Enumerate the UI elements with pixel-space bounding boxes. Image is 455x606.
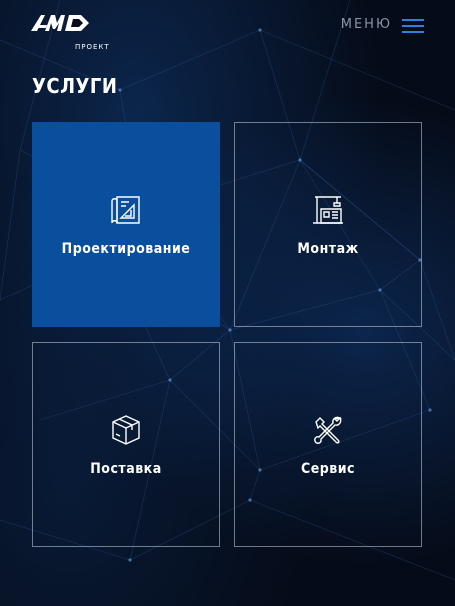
logo[interactable]: ПРОЕКТ (31, 13, 109, 51)
service-tile-design[interactable]: Проектирование (32, 122, 220, 327)
service-tile-supply[interactable]: Поставка (32, 342, 220, 547)
menu-button[interactable]: МЕНЮ (340, 17, 424, 33)
box-icon (112, 414, 140, 445)
menu-label: МЕНЮ (340, 17, 392, 32)
hamburger-icon (402, 18, 424, 33)
design-drawing-icon (111, 195, 140, 224)
service-label: Монтаж (297, 240, 359, 257)
logo-mark-icon (31, 15, 89, 31)
logo-subtitle: ПРОЕКТ (75, 43, 110, 51)
installation-crane-icon (313, 195, 343, 224)
service-tile-installation[interactable]: Монтаж (234, 122, 422, 327)
service-label: Сервис (300, 460, 356, 477)
wrench-screwdriver-icon (314, 416, 343, 444)
page-title: УСЛУГИ (32, 74, 118, 98)
header: ПРОЕКТ МЕНЮ (0, 0, 455, 56)
service-label: Поставка (90, 460, 162, 477)
service-tile-service[interactable]: Сервис (234, 342, 422, 547)
service-label: Проектирование (61, 240, 191, 257)
